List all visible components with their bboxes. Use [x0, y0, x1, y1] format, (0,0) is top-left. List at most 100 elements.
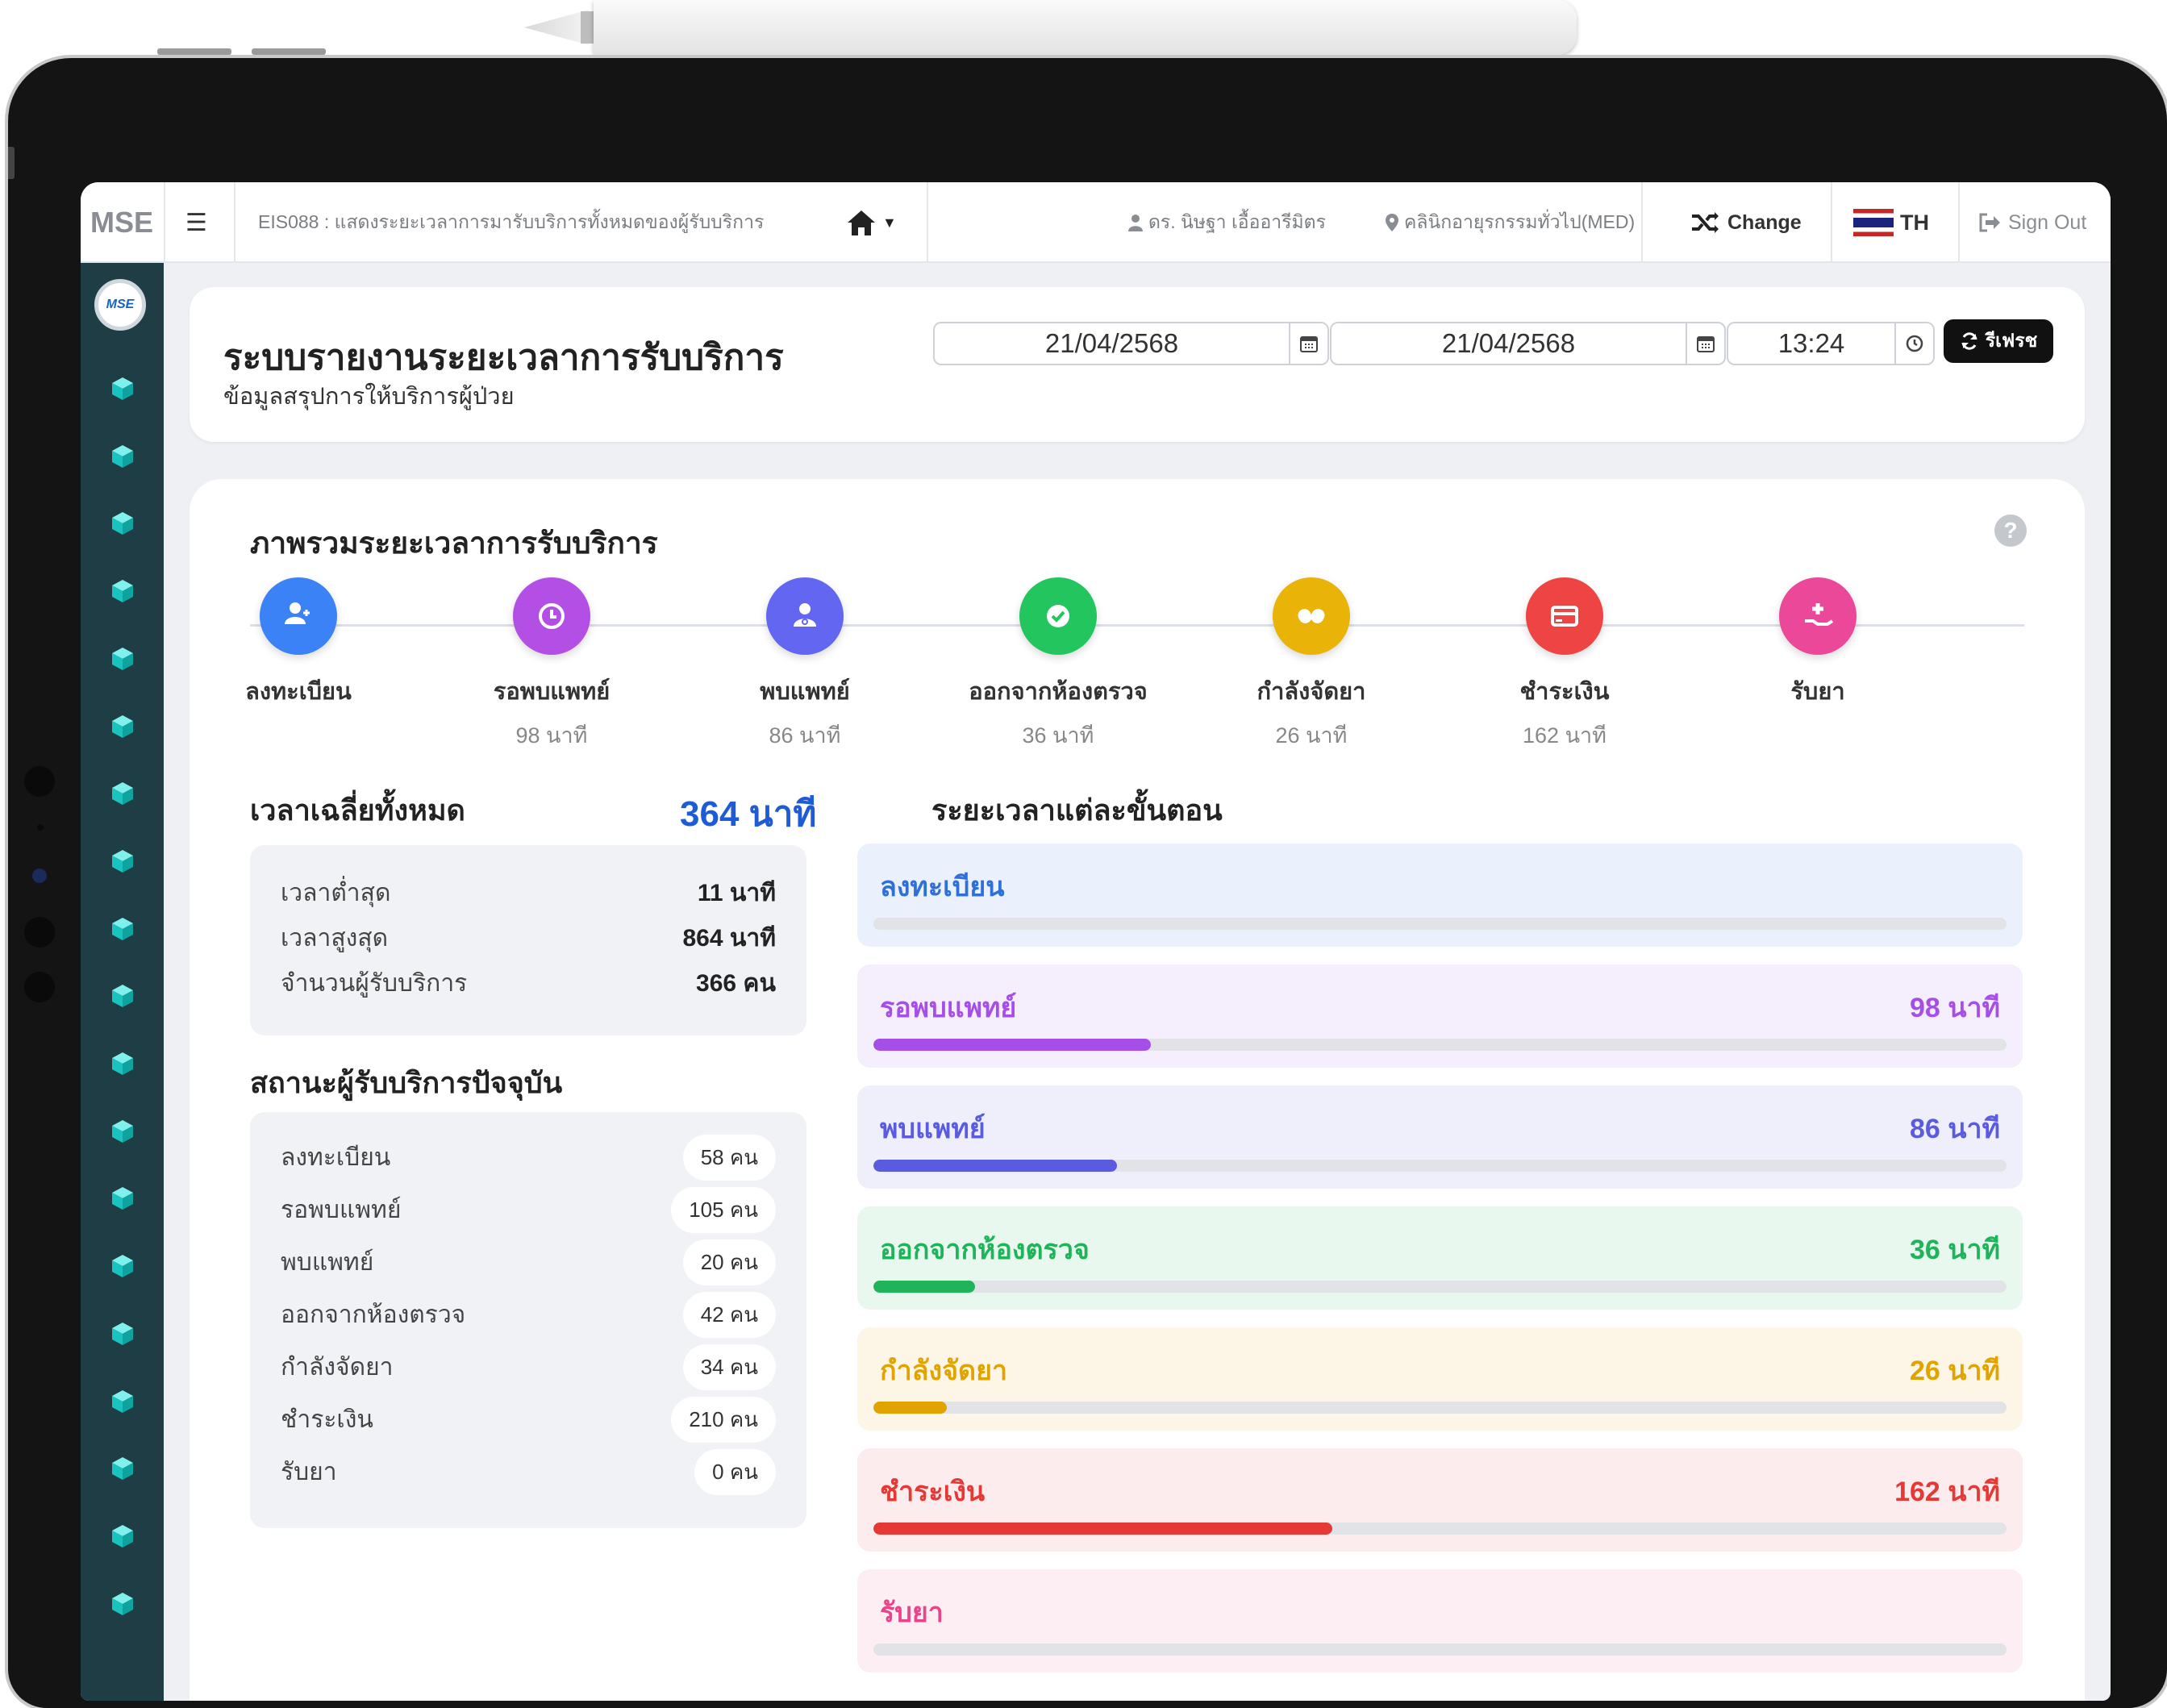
cube-icon[interactable]	[108, 1049, 137, 1078]
stage-name: กำลังจัดยา	[880, 1356, 1008, 1386]
stage-minutes: 26 นาที	[1909, 1356, 2000, 1386]
stage-name: ออกจากห้องตรวจ	[880, 1235, 1090, 1265]
calendar-icon[interactable]	[1289, 323, 1327, 364]
step-label: กำลังจัดยา	[1256, 679, 1366, 705]
stylus-pencil	[524, 0, 1577, 55]
language-switch[interactable]: TH	[1853, 182, 1929, 263]
step-label: รับยา	[1790, 679, 1845, 705]
stage-name: ชำระเงิน	[880, 1477, 986, 1507]
change-button[interactable]: Change	[1690, 182, 1802, 263]
status-count-badge: 210 คน	[671, 1397, 776, 1443]
stage-duration-card: รับยา	[857, 1569, 2023, 1673]
cube-icon[interactable]	[108, 779, 137, 808]
status-label: ออกจากห้องตรวจ	[281, 1302, 466, 1328]
user-icon	[1128, 215, 1143, 231]
map-marker-icon	[1386, 214, 1398, 231]
cube-icon[interactable]	[108, 374, 137, 403]
status-title: สถานะผู้รับบริการปัจจุบัน	[250, 1066, 563, 1099]
date-to-field[interactable]: 21/04/2568	[1330, 322, 1726, 365]
sign-out-button[interactable]: Sign Out	[1977, 182, 2086, 263]
volume-button	[157, 48, 231, 55]
step-icon	[1019, 577, 1097, 655]
shuffle-icon	[1692, 212, 1719, 233]
overview-title: ภาพรวมระยะเวลาการรับบริการ	[250, 527, 658, 560]
row-value: 11 นาที	[697, 880, 776, 906]
status-label: รอพบแพทย์	[281, 1197, 402, 1223]
stage-minutes: 98 นาที	[1909, 993, 2000, 1023]
home-dropdown[interactable]: ▼	[845, 182, 897, 263]
sidebar: MSE	[81, 263, 164, 1701]
language-label: TH	[1900, 210, 1929, 235]
cube-icon[interactable]	[108, 1184, 137, 1213]
cube-icon[interactable]	[108, 914, 137, 944]
stage-progress-track	[873, 918, 2007, 930]
average-title: เวลาเฉลี่ยทั้งหมด	[250, 794, 465, 827]
status-label: ชำระเงิน	[281, 1406, 373, 1433]
cube-icon[interactable]	[108, 981, 137, 1010]
cube-icon[interactable]	[108, 1522, 137, 1551]
cube-icon[interactable]	[108, 442, 137, 471]
stage-duration-card: ออกจากห้องตรวจ 36 นาที	[857, 1206, 2023, 1310]
sign-out-icon	[1979, 213, 2000, 232]
step-time: 86 นาที	[769, 723, 841, 748]
current-user[interactable]: ดร. นิษฐา เอื้ออารีมิตร	[1127, 182, 1326, 263]
app-screen: MSE ☰ EIS088 : แสดงระยะเวลาการมารับบริกา…	[81, 182, 2111, 1701]
app-logo[interactable]: MSE	[94, 279, 146, 331]
step-label: รอพบแพทย์	[493, 679, 611, 705]
cube-icon[interactable]	[108, 1589, 137, 1618]
change-label: Change	[1727, 210, 1802, 234]
refresh-label: รีเฟรช	[1985, 330, 2038, 351]
current-clinic[interactable]: คลินิกอายุรกรรมทั่วไป(MED)	[1385, 182, 1635, 263]
date-to-value: 21/04/2568	[1441, 328, 1576, 358]
camera-dot	[24, 766, 55, 797]
step-time: 36 นาที	[1022, 723, 1094, 748]
stage-minutes: 162 นาที	[1894, 1477, 2000, 1507]
step-icon	[1273, 577, 1350, 655]
stage-progress-fill	[873, 1039, 1152, 1051]
cube-icon[interactable]	[108, 847, 137, 876]
home-icon	[848, 210, 875, 235]
status-count-badge: 20 คน	[682, 1239, 776, 1285]
refresh-button[interactable]: รีเฟรช	[1944, 319, 2053, 363]
sensor-dot	[24, 917, 55, 948]
row-label: เวลาต่ำสุด	[281, 880, 391, 906]
stage-minutes: 36 นาที	[1909, 1235, 2000, 1265]
average-panel: เวลาต่ำสุด 11 นาที เวลาสูงสุด 864 นาที จำน…	[250, 845, 806, 1035]
calendar-icon[interactable]	[1686, 323, 1724, 364]
status-label: พบแพทย์	[281, 1249, 374, 1276]
top-navbar: MSE ☰ EIS088 : แสดงระยะเวลาการมารับบริกา…	[81, 182, 2111, 263]
time-field[interactable]: 13:24	[1727, 322, 1935, 365]
cube-icon[interactable]	[108, 1117, 137, 1146]
status-row: รอพบแพทย์ 105 คน	[281, 1187, 776, 1233]
step-time: 26 นาที	[1275, 723, 1348, 748]
stage-progress-track	[873, 1281, 2007, 1293]
stage-progress-track	[873, 1160, 2007, 1172]
date-from-field[interactable]: 21/04/2568	[933, 322, 1329, 365]
stage-name: ลงทะเบียน	[880, 872, 1005, 902]
status-label: กำลังจัดยา	[281, 1354, 394, 1381]
average-value: 364 นาที	[680, 794, 817, 834]
overview-step: ออกจากห้องตรวจ 36 นาที	[937, 577, 1179, 752]
menu-toggle-icon[interactable]: ☰	[185, 182, 207, 263]
clock-icon[interactable]	[1894, 323, 1933, 364]
cube-icon[interactable]	[108, 644, 137, 673]
cube-icon[interactable]	[108, 1454, 137, 1483]
stage-progress-track	[873, 1039, 2007, 1051]
stage-name: รับยา	[880, 1598, 944, 1628]
step-label: ออกจากห้องตรวจ	[969, 679, 1148, 705]
thai-flag-icon	[1853, 209, 1894, 236]
cube-icon[interactable]	[108, 1319, 137, 1348]
brand-logo-text[interactable]: MSE	[90, 182, 153, 263]
cube-icon[interactable]	[108, 712, 137, 741]
cube-icon[interactable]	[108, 1387, 137, 1416]
min-time-row: เวลาต่ำสุด 11 นาที	[281, 874, 776, 912]
stage-progress-fill	[873, 1281, 976, 1293]
stage-name: รอพบแพทย์	[880, 993, 1017, 1023]
stage-duration-card: พบแพทย์ 86 นาที	[857, 1085, 2023, 1189]
stage-progress-fill	[873, 1402, 948, 1414]
cube-icon[interactable]	[108, 577, 137, 606]
status-row: ลงทะเบียน 58 คน	[281, 1135, 776, 1181]
cube-icon[interactable]	[108, 1252, 137, 1281]
cube-icon[interactable]	[108, 509, 137, 538]
help-icon[interactable]: ?	[1994, 514, 2027, 547]
